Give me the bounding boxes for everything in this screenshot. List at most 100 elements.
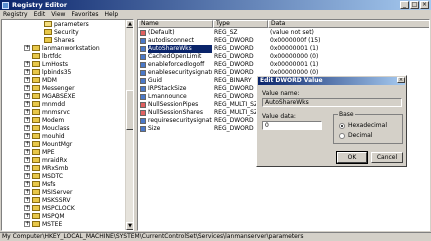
menu-edit[interactable]: Edit	[31, 11, 49, 18]
hexadecimal-option[interactable]: Hexadecimal	[339, 122, 387, 129]
tree-item[interactable]: + mouhid	[24, 132, 65, 140]
value-row[interactable]: (Default) REG_SZ (value not set)	[138, 29, 429, 37]
decimal-radio[interactable]	[339, 132, 345, 139]
value-row[interactable]: AutoShareWks REG_DWORD 0x00000001 (1)	[138, 45, 429, 53]
value-name-label: Value name:	[262, 90, 300, 97]
value-name: AutoShareWks	[148, 45, 212, 53]
folder-icon	[32, 93, 40, 99]
expand-plus-icon[interactable]: +	[24, 181, 30, 187]
maximize-button[interactable]: □	[410, 1, 419, 9]
expand-plus-icon[interactable]: +	[24, 85, 30, 91]
column-header-type[interactable]: Type	[213, 20, 268, 28]
tree-item[interactable]: + MDM	[24, 76, 57, 84]
tree-vertical-scrollbar[interactable]: ▲ ▼	[125, 20, 133, 230]
tree-item-label: MRxSmb	[42, 164, 69, 172]
tree-item[interactable]: + Mouclass	[24, 124, 70, 132]
tree-item[interactable]: + MRxSmb	[24, 164, 68, 172]
decimal-label: Decimal	[348, 132, 373, 139]
menu-view[interactable]: View	[48, 11, 68, 18]
ok-button[interactable]: OK	[336, 151, 368, 164]
tree-item[interactable]: + MGABSEXE	[24, 92, 75, 100]
tree-item[interactable]: + LmHosts	[24, 60, 68, 68]
expand-plus-icon[interactable]: +	[24, 221, 30, 227]
expand-plus-icon[interactable]: +	[24, 133, 30, 139]
tree-item[interactable]: + mnmsrvc	[24, 108, 70, 116]
expand-plus-icon[interactable]: +	[24, 93, 30, 99]
tree-item[interactable]: + MSTEE	[24, 220, 62, 228]
tree-item[interactable]: lbrtfdc	[24, 52, 62, 60]
value-row[interactable]: enableforcedlogoff REG_DWORD 0x00000001 (1…	[138, 61, 429, 69]
value-name: CachedOpenLimit	[148, 53, 202, 60]
tree-item[interactable]: + Messenger	[24, 84, 75, 92]
title-bar: Registry Editor _ □ ×	[0, 0, 431, 10]
expand-plus-icon[interactable]: +	[24, 117, 30, 123]
expand-plus-icon[interactable]: +	[24, 189, 30, 195]
menu-registry[interactable]: Registry	[0, 11, 31, 18]
menu-favorites[interactable]: Favorites	[68, 11, 101, 18]
expand-plus-icon[interactable]: +	[24, 125, 30, 131]
expand-plus-icon[interactable]: +	[24, 101, 30, 107]
expand-plus-icon[interactable]: +	[24, 173, 30, 179]
tree-item[interactable]: + mraidRx	[24, 156, 67, 164]
value-data-input[interactable]: 0	[262, 121, 322, 130]
expand-plus-icon[interactable]: +	[24, 149, 30, 155]
tree-item[interactable]: + MSPQM	[24, 212, 65, 220]
expand-plus-icon[interactable]: +	[24, 165, 30, 171]
value-data-label: Value data:	[262, 113, 296, 120]
tree-item[interactable]: parameters	[36, 20, 89, 28]
dialog-close-icon[interactable]: ×	[397, 77, 405, 83]
binary-value-icon	[140, 78, 146, 84]
tree-item[interactable]: + MountMgr	[24, 140, 72, 148]
tree-item-label: MPE	[42, 148, 55, 156]
tree-item[interactable]: + lpbinds35	[24, 68, 71, 76]
menu-help[interactable]: Help	[102, 11, 122, 18]
tree-item[interactable]: + lanmanworkstation	[24, 44, 100, 52]
expand-plus-icon[interactable]: +	[24, 205, 30, 211]
folder-icon	[32, 45, 40, 51]
tree-item[interactable]: + MSKSSRV	[24, 196, 70, 204]
expand-plus-icon[interactable]: +	[24, 77, 30, 83]
expand-plus-icon[interactable]: +	[24, 157, 30, 163]
tree-item[interactable]: + MSPCLOCK	[24, 204, 75, 212]
scroll-thumb[interactable]	[126, 90, 133, 130]
folder-icon	[32, 125, 40, 131]
value-name: IRPStackSize	[148, 85, 187, 92]
value-row[interactable]: CachedOpenLimit REG_DWORD 0x00000000 (0)	[138, 53, 429, 61]
value-name: Guid	[148, 77, 162, 84]
folder-icon	[32, 101, 40, 107]
tree-item[interactable]: + MSDTC	[24, 172, 63, 180]
folder-icon	[32, 149, 40, 155]
tree-item-label: Modem	[42, 116, 65, 124]
value-type: REG_SZ	[214, 29, 238, 36]
expand-plus-icon[interactable]: +	[24, 69, 30, 75]
decimal-option[interactable]: Decimal	[339, 132, 372, 139]
tree-item-label: Security	[54, 28, 79, 36]
value-row[interactable]: autodisconnect REG_DWORD 0x0000000f (15)	[138, 37, 429, 45]
cancel-button[interactable]: Cancel	[371, 152, 403, 163]
tree-item[interactable]: + mnmdd	[24, 100, 65, 108]
tree-item[interactable]: + Msfs	[24, 180, 56, 188]
tree-item-label: MSPCLOCK	[42, 204, 75, 212]
expand-plus-icon[interactable]: +	[24, 109, 30, 115]
tree-item[interactable]: Security	[36, 28, 79, 36]
minimize-button[interactable]: _	[400, 1, 409, 9]
column-header-name[interactable]: Name	[138, 20, 213, 28]
binary-value-icon	[140, 86, 146, 92]
close-button[interactable]: ×	[420, 1, 429, 9]
tree-item-label: MGABSEXE	[42, 92, 76, 100]
scroll-down-arrow-icon[interactable]: ▼	[126, 222, 133, 230]
tree-item[interactable]: + MSIServer	[24, 188, 72, 196]
scroll-up-arrow-icon[interactable]: ▲	[126, 20, 133, 28]
key-tree-pane[interactable]: ▲ ▼ parameters Security Shares + lanmanworks…	[1, 19, 134, 231]
column-header-data[interactable]: Data	[268, 20, 429, 28]
tree-item[interactable]: + Modem	[24, 116, 64, 124]
expand-plus-icon[interactable]: +	[24, 213, 30, 219]
expand-plus-icon[interactable]: +	[24, 197, 30, 203]
expand-plus-icon[interactable]: +	[24, 141, 30, 147]
expand-plus-icon[interactable]: +	[24, 61, 30, 67]
expand-plus-icon[interactable]: +	[24, 45, 30, 51]
tree-item[interactable]: + MPE	[24, 148, 55, 156]
tree-item[interactable]: Shares	[36, 36, 74, 44]
hexadecimal-radio[interactable]	[339, 122, 345, 129]
value-name-field: AutoShareWks	[262, 98, 402, 107]
